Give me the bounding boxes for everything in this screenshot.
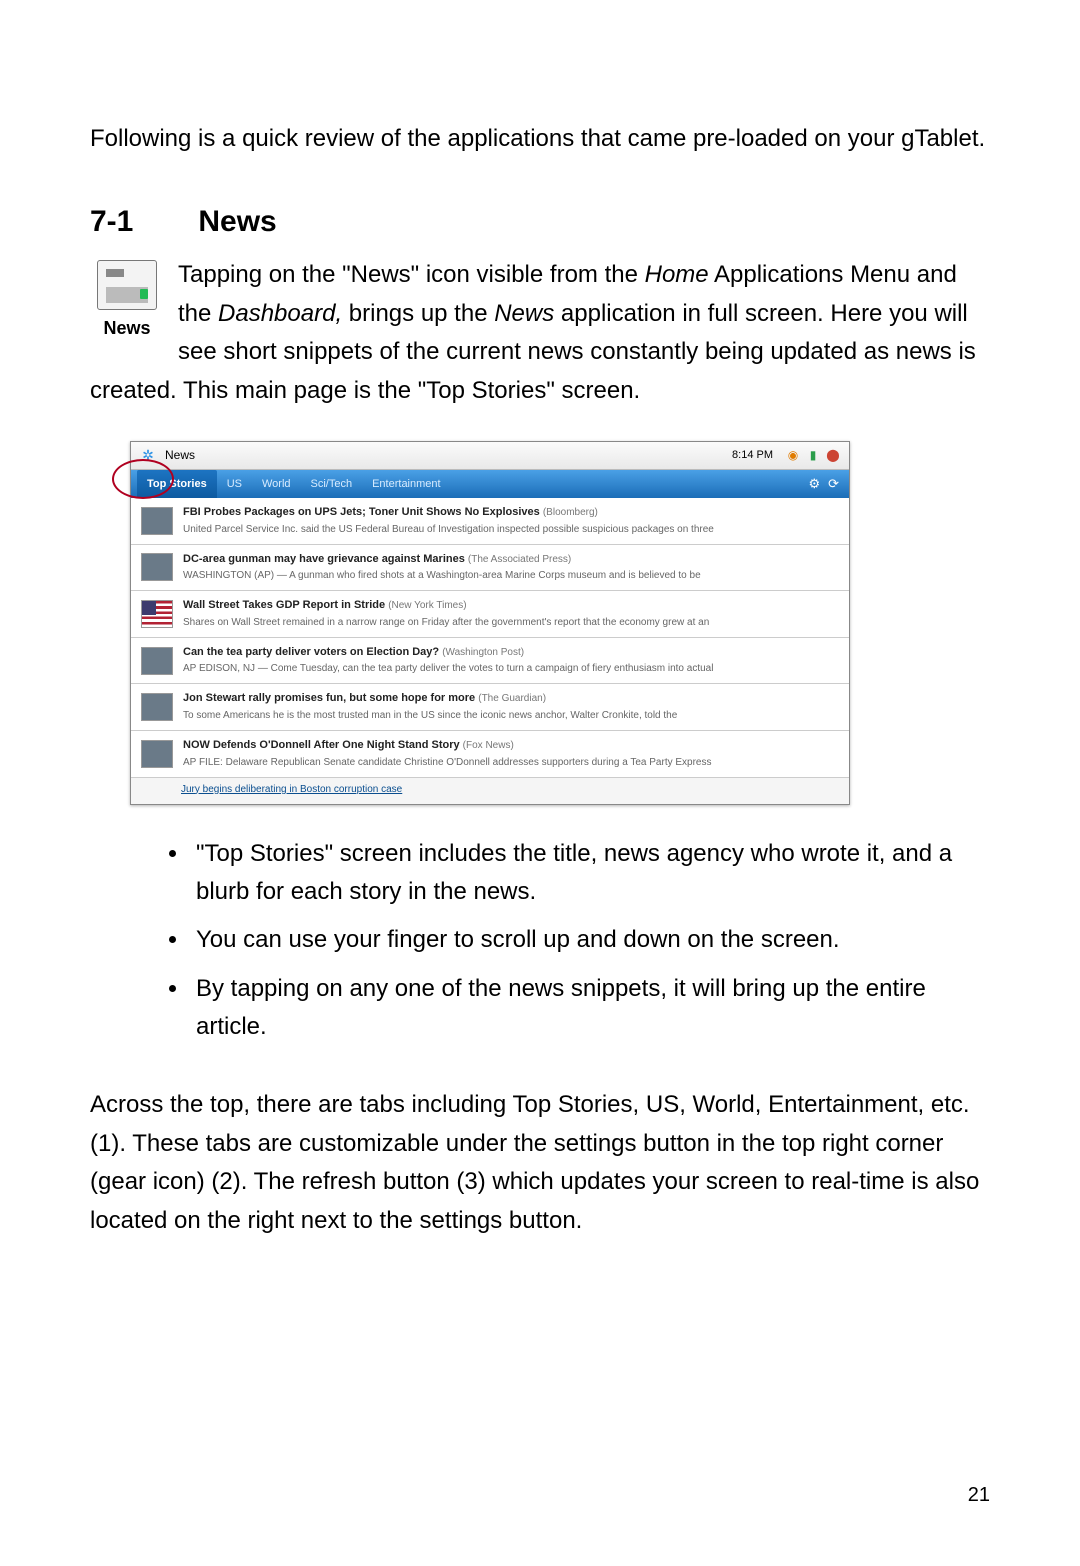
news-app-screenshot: ✲ News 8:14 PM ◉ ▮ ⬤ Top Stories US Worl…	[130, 441, 850, 805]
tab-top-stories[interactable]: Top Stories	[137, 470, 217, 498]
news-app-icon: News	[90, 260, 164, 343]
story-thumb	[141, 740, 173, 768]
closing-paragraph: Across the top, there are tabs including…	[90, 1086, 990, 1240]
list-item: By tapping on any one of the news snippe…	[190, 970, 990, 1047]
story-row[interactable]: Wall Street Takes GDP Report in Stride (…	[131, 591, 849, 638]
story-thumb	[141, 647, 173, 675]
story-thumb	[141, 553, 173, 581]
title-bar: ✲ News 8:14 PM ◉ ▮ ⬤	[131, 442, 849, 470]
tab-bar: Top Stories US World Sci/Tech Entertainm…	[131, 470, 849, 498]
refresh-icon[interactable]: ⟳	[828, 474, 839, 495]
page-number: 21	[968, 1479, 990, 1511]
section-body: Tapping on the "News" icon visible from …	[90, 256, 990, 410]
story-title: DC-area gunman may have grievance agains…	[183, 551, 839, 569]
story-thumb	[141, 693, 173, 721]
section-number: 7-1	[90, 198, 190, 246]
bullet-list: "Top Stories" screen includes the title,…	[190, 835, 990, 1047]
section-heading: 7-1 News	[90, 198, 990, 246]
story-row[interactable]: FBI Probes Packages on UPS Jets; Toner U…	[131, 498, 849, 545]
intro-paragraph: Following is a quick review of the appli…	[90, 120, 990, 158]
story-title: Can the tea party deliver voters on Elec…	[183, 644, 839, 662]
story-row[interactable]: DC-area gunman may have grievance agains…	[131, 545, 849, 592]
story-thumb	[141, 600, 173, 628]
tab-scitech[interactable]: Sci/Tech	[301, 470, 363, 498]
story-cutoff[interactable]: Jury begins deliberating in Boston corru…	[131, 778, 849, 804]
status-icon-1: ◉	[785, 447, 801, 463]
tab-us[interactable]: US	[217, 470, 252, 498]
list-item: "Top Stories" screen includes the title,…	[190, 835, 990, 912]
news-icon-graphic	[97, 260, 157, 310]
gear-icon[interactable]: ⚙	[808, 474, 820, 495]
story-list[interactable]: FBI Probes Packages on UPS Jets; Toner U…	[131, 498, 849, 778]
clock: 8:14 PM	[732, 447, 773, 465]
story-row[interactable]: Can the tea party deliver voters on Elec…	[131, 638, 849, 685]
story-blurb: WASHINGTON (AP) — A gunman who fired sho…	[183, 568, 839, 584]
section-title: News	[198, 205, 276, 238]
app-title: News	[165, 446, 195, 465]
story-row[interactable]: NOW Defends O'Donnell After One Night St…	[131, 731, 849, 778]
app-icon: ✲	[139, 446, 157, 464]
tab-entertainment[interactable]: Entertainment	[362, 470, 450, 498]
story-row[interactable]: Jon Stewart rally promises fun, but some…	[131, 684, 849, 731]
status-icon-3: ⬤	[825, 447, 841, 463]
story-blurb: Shares on Wall Street remained in a narr…	[183, 615, 839, 631]
story-thumb	[141, 507, 173, 535]
story-title: Wall Street Takes GDP Report in Stride (…	[183, 597, 839, 615]
story-title: FBI Probes Packages on UPS Jets; Toner U…	[183, 504, 839, 522]
story-title: Jon Stewart rally promises fun, but some…	[183, 690, 839, 708]
story-blurb: United Parcel Service Inc. said the US F…	[183, 522, 839, 538]
story-blurb: AP EDISON, NJ — Come Tuesday, can the te…	[183, 661, 839, 677]
status-icon-2: ▮	[805, 447, 821, 463]
tab-world[interactable]: World	[252, 470, 301, 498]
news-icon-label: News	[90, 314, 164, 343]
list-item: You can use your finger to scroll up and…	[190, 921, 990, 959]
story-blurb: To some Americans he is the most trusted…	[183, 708, 839, 724]
story-blurb: AP FILE: Delaware Republican Senate cand…	[183, 755, 839, 771]
story-title: NOW Defends O'Donnell After One Night St…	[183, 737, 839, 755]
